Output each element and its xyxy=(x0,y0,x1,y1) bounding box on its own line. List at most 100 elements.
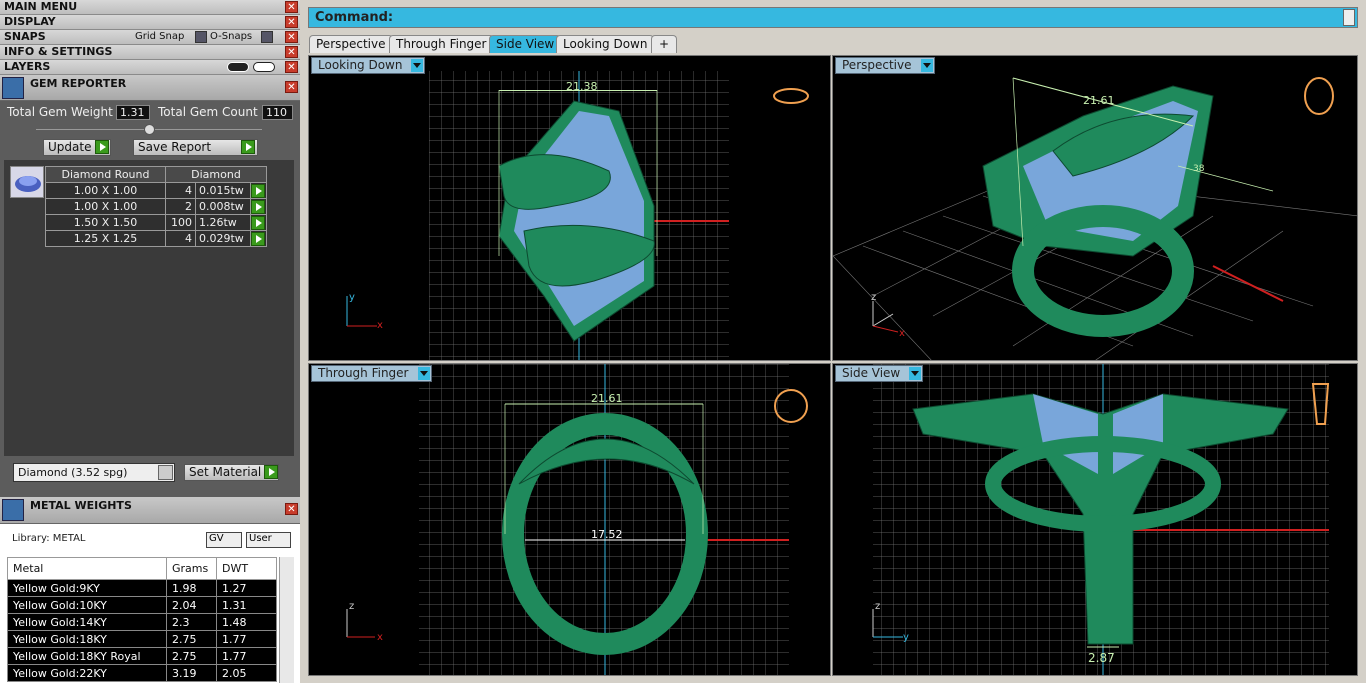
viewport-title: Side View xyxy=(842,366,901,380)
play-icon[interactable] xyxy=(251,199,265,214)
viewport-menu-perspective[interactable]: Perspective xyxy=(835,57,935,74)
gv-toggle[interactable]: GV xyxy=(206,532,242,548)
command-label: Command: xyxy=(315,10,394,25)
metal-grams: 3.19 xyxy=(166,664,217,682)
workspace: Command: Perspective Through Finger Side… xyxy=(300,0,1366,683)
layers-bar[interactable]: LAYERS ✕ xyxy=(0,60,300,75)
command-bar[interactable]: Command: xyxy=(308,7,1358,28)
table-row[interactable]: Yellow Gold:18KY 2.75 1.77 xyxy=(7,630,277,648)
viewport-through-finger[interactable]: 21.61 17.52 z x Through Finger xyxy=(308,363,831,676)
tab-looking-down[interactable]: Looking Down xyxy=(556,35,655,53)
table-row[interactable]: 1.00 X 1.00 2 0.008tw xyxy=(45,198,267,215)
gem-count: 4 xyxy=(165,230,196,247)
table-row[interactable]: 1.50 X 1.50 100 1.26tw xyxy=(45,214,267,231)
user-label: User xyxy=(249,533,272,544)
gem-count: 2 xyxy=(165,198,196,215)
table-row[interactable]: 1.25 X 1.25 4 0.029tw xyxy=(45,230,267,247)
o-snaps-toggle[interactable] xyxy=(261,31,273,43)
tab-label: Through Finger xyxy=(396,37,487,51)
gem-size: 1.25 X 1.25 xyxy=(45,230,166,247)
table-row[interactable]: Yellow Gold:14KY 2.3 1.48 xyxy=(7,613,277,631)
viewport-menu-side-view[interactable]: Side View xyxy=(835,365,924,382)
gem-weight: 0.008tw xyxy=(195,198,251,215)
viewport-title: Looking Down xyxy=(318,58,403,72)
metal-name: Yellow Gold:18KY Royal xyxy=(7,647,167,665)
metal-grams: 2.04 xyxy=(166,596,217,614)
diamond-icon xyxy=(10,166,44,198)
add-tab-button[interactable]: + xyxy=(651,35,678,53)
play-icon[interactable] xyxy=(251,215,265,230)
metal-weights-header: METAL WEIGHTS ✕ xyxy=(0,497,300,524)
dimension-label: 21.61 xyxy=(591,392,623,405)
chevron-down-icon[interactable] xyxy=(411,59,424,72)
splitter-handle[interactable] xyxy=(144,124,155,135)
viewport-menu-looking-down[interactable]: Looking Down xyxy=(311,57,426,74)
user-toggle[interactable]: User xyxy=(246,532,291,548)
play-icon[interactable] xyxy=(251,183,265,198)
total-gem-weight-value: 1.31 xyxy=(116,105,150,120)
snaps-label: SNAPS xyxy=(4,30,46,43)
metal-weights-title: METAL WEIGHTS xyxy=(30,499,132,512)
gem-weight: 0.015tw xyxy=(195,182,251,199)
viewport-menu-through-finger[interactable]: Through Finger xyxy=(311,365,432,382)
grid-snap-toggle[interactable] xyxy=(195,31,207,43)
tab-perspective[interactable]: Perspective xyxy=(309,35,393,53)
eye-icon[interactable] xyxy=(253,62,275,72)
close-icon[interactable]: ✕ xyxy=(285,16,298,28)
play-icon[interactable] xyxy=(251,231,265,246)
chevron-down-icon[interactable] xyxy=(920,59,933,72)
layer-visibility-icon[interactable] xyxy=(227,62,249,72)
scrollbar[interactable] xyxy=(279,557,294,683)
close-icon[interactable]: ✕ xyxy=(285,31,298,43)
table-row[interactable]: Yellow Gold:10KY 2.04 1.31 xyxy=(7,596,277,614)
viewport-side-view[interactable]: 2.87 z y Side View xyxy=(832,363,1358,676)
table-row[interactable]: Yellow Gold:18KY Royal 2.75 1.77 xyxy=(7,647,277,665)
metal-name: Yellow Gold:10KY xyxy=(7,596,167,614)
table-row[interactable]: Yellow Gold:9KY 1.98 1.27 xyxy=(7,579,277,597)
play-icon[interactable] xyxy=(241,140,255,154)
svg-text:x: x xyxy=(377,320,383,331)
layers-label: LAYERS xyxy=(4,60,51,73)
metal-name: Yellow Gold:18KY xyxy=(7,630,167,648)
metal-dwt: 1.31 xyxy=(216,596,277,614)
close-icon[interactable]: ✕ xyxy=(285,1,298,13)
table-row[interactable]: Yellow Gold:22KY 3.19 2.05 xyxy=(7,664,277,682)
play-icon[interactable] xyxy=(264,465,278,479)
perspective-canvas: 21.61 38 z x xyxy=(833,77,1357,360)
save-report-button[interactable]: Save Report xyxy=(133,139,258,156)
looking-down-canvas: 21.38 y x xyxy=(346,71,809,360)
chevron-down-icon[interactable] xyxy=(909,367,922,380)
scroll-handle[interactable] xyxy=(1343,9,1355,26)
o-snaps-label: O-Snaps xyxy=(210,31,253,42)
close-icon[interactable]: ✕ xyxy=(285,503,298,515)
chevron-down-icon[interactable] xyxy=(417,367,430,380)
gem-count: 4 xyxy=(165,182,196,199)
dimension-label: 17.52 xyxy=(591,528,623,541)
display-label: DISPLAY xyxy=(4,15,56,28)
tab-label: Looking Down xyxy=(563,37,648,51)
material-select[interactable]: Diamond (3.52 spg) xyxy=(13,463,175,482)
tab-through-finger[interactable]: Through Finger xyxy=(389,35,494,53)
chevron-down-icon[interactable] xyxy=(158,465,173,480)
close-icon[interactable]: ✕ xyxy=(285,46,298,58)
play-icon[interactable] xyxy=(95,140,109,154)
table-row[interactable]: 1.00 X 1.00 4 0.015tw xyxy=(45,182,267,199)
snaps-bar[interactable]: SNAPS Grid Snap O-Snaps ✕ xyxy=(0,30,300,45)
close-icon[interactable]: ✕ xyxy=(285,61,298,73)
info-settings-bar[interactable]: INFO & SETTINGS ✕ xyxy=(0,45,300,60)
tab-side-view[interactable]: Side View xyxy=(489,35,562,53)
tab-label: Side View xyxy=(496,37,555,51)
close-icon[interactable]: ✕ xyxy=(285,81,298,93)
metal-table: Metal Grams DWT Yellow Gold:9KY 1.98 1.27 Ye… xyxy=(7,557,277,682)
display-bar[interactable]: DISPLAY ✕ xyxy=(0,15,300,30)
info-settings-label: INFO & SETTINGS xyxy=(4,45,113,58)
svg-text:y: y xyxy=(349,292,355,303)
plus-icon: + xyxy=(659,37,670,51)
viewport-looking-down[interactable]: 21.38 y x Looking Down xyxy=(308,55,831,361)
gem-reporter-icon xyxy=(2,77,24,99)
viewport-perspective[interactable]: 21.61 38 z x Perspective xyxy=(832,55,1358,361)
metal-dwt: 1.77 xyxy=(216,630,277,648)
main-menu-bar[interactable]: MAIN MENU ✕ xyxy=(0,0,300,15)
svg-text:y: y xyxy=(903,632,909,643)
main-menu-label: MAIN MENU xyxy=(4,0,78,13)
